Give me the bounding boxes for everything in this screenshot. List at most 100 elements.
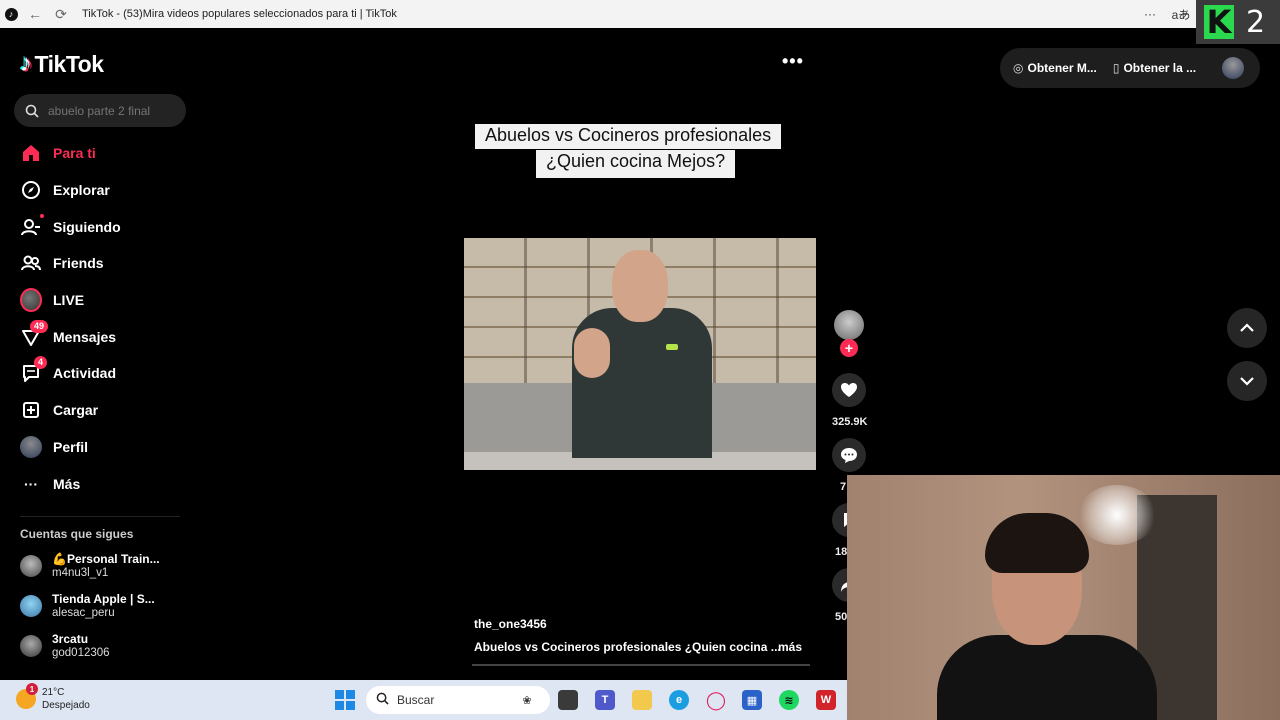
spotify-icon[interactable]: ≋ (779, 690, 799, 710)
profile-avatar (20, 435, 42, 458)
messages-badge: 49 (30, 319, 49, 333)
stream-overlay: K 2 (1196, 0, 1280, 44)
sidebar: ♪ TikTok Para ti Explorar (0, 28, 200, 680)
video-username[interactable]: the_one3456 (474, 617, 547, 631)
webcam-hair (985, 513, 1089, 573)
messages-icon: 49 (20, 319, 49, 348)
screen: ♪ ← ⟳ TikTok - (53)Mira videos populares… (0, 0, 1280, 720)
previous-video-button[interactable] (1227, 308, 1267, 348)
more-link[interactable]: más (778, 640, 802, 654)
reload-icon[interactable]: ⟳ (48, 0, 74, 28)
user-avatar[interactable] (1222, 57, 1244, 79)
weather-status: Despejado (42, 700, 90, 711)
edge-icon[interactable]: e (669, 690, 689, 710)
account-avatar (20, 634, 42, 657)
nav-item-siguiendo[interactable]: Siguiendo (0, 208, 200, 245)
more-icon: ··· (24, 475, 38, 492)
top-actions: ◎ Obtener M... ▯ Obtener la ... (1000, 48, 1260, 88)
window-title: TikTok - (53)Mira videos populares selec… (82, 8, 397, 20)
coin-icon: ◎ (1013, 61, 1024, 75)
account-avatar (20, 594, 42, 617)
tiktok-note-icon: ♪ (20, 50, 32, 77)
like-button[interactable] (832, 373, 866, 407)
weather-widget[interactable]: 1 21°C Despejado (16, 683, 90, 712)
comment-button[interactable] (832, 438, 866, 472)
windows-taskbar: 1 21°C Despejado Buscar ❀ T e ◯ ▦ ≋ W (0, 680, 847, 720)
save-count: 18 (835, 546, 848, 558)
notification-dot (40, 213, 44, 218)
nav-item-cargar[interactable]: Cargar (0, 392, 200, 429)
heart-icon (841, 383, 857, 397)
nav-item-friends[interactable]: Friends (0, 245, 200, 282)
comment-icon (841, 447, 857, 463)
webcam-shirt (937, 635, 1157, 720)
account-avatar (20, 554, 42, 577)
next-video-button[interactable] (1227, 361, 1267, 401)
activity-badge: 4 (34, 356, 48, 370)
video-person-arm (574, 328, 610, 378)
tiktok-logo[interactable]: ♪ TikTok (20, 50, 104, 78)
upload-icon (20, 399, 42, 421)
nav-item-perfil[interactable]: Perfil (0, 429, 200, 466)
nav-item-para-ti[interactable]: Para ti (0, 135, 200, 172)
video-more-options-icon[interactable]: ••• (782, 51, 804, 72)
store-icon[interactable]: ▦ (742, 690, 762, 710)
browser-titlebar: ♪ ← ⟳ TikTok - (53)Mira videos populares… (0, 0, 1280, 28)
friends-icon (20, 252, 42, 274)
search-input[interactable] (48, 103, 178, 118)
account-name: Tienda Apple | S... (52, 592, 155, 606)
share-count: 50 (835, 611, 848, 623)
sidebar-divider (20, 516, 180, 517)
account-username: m4nu3l_v1 (52, 567, 109, 579)
like-count: 325.9K (832, 416, 868, 428)
creator-avatar[interactable] (834, 310, 864, 340)
get-coins-button[interactable]: ◎ Obtener M... (1013, 61, 1097, 75)
kick-logo: K (1204, 5, 1234, 39)
shirt-logo (666, 344, 678, 350)
follow-plus-icon[interactable]: + (840, 339, 858, 357)
video-progress-bar[interactable] (472, 664, 810, 666)
account-username: god012306 (52, 647, 110, 659)
search-bar[interactable] (14, 94, 186, 127)
search-icon (376, 692, 389, 708)
account-name: 💪Personal Train... (52, 552, 160, 566)
webcam-overlay (847, 475, 1280, 720)
following-account[interactable]: 3rcatu god012306 (20, 632, 110, 659)
following-icon (20, 213, 44, 238)
get-app-button[interactable]: ▯ Obtener la ... (1113, 61, 1196, 75)
minimize-button[interactable]: — (1172, 0, 1196, 28)
sun-icon: 1 (16, 683, 38, 709)
nav-item-actividad[interactable]: 4 Actividad (0, 355, 200, 392)
taskbar-search-placeholder: Buscar (397, 693, 435, 707)
nav-item-mas[interactable]: ··· Más (0, 465, 200, 502)
opera-icon[interactable]: ◯ (706, 690, 726, 710)
following-account[interactable]: 💪Personal Train... m4nu3l_v1 (20, 552, 160, 579)
teams-icon[interactable]: T (595, 690, 615, 710)
phone-icon: ▯ (1112, 61, 1120, 75)
video-player[interactable] (464, 238, 816, 470)
back-arrow-icon[interactable]: ← (22, 0, 48, 28)
following-account[interactable]: Tienda Apple | S... alesac_peru (20, 592, 155, 619)
live-avatar (20, 288, 42, 313)
nav-item-explorar[interactable]: Explorar (0, 172, 200, 209)
video-person-head (612, 250, 668, 322)
account-username: alesac_peru (52, 607, 115, 619)
home-icon (20, 142, 42, 164)
video-caption-line1: Abuelos vs Cocineros profesionales (475, 124, 782, 149)
chevron-up-icon (1240, 323, 1254, 332)
task-view-icon[interactable] (558, 690, 578, 710)
webcam-light (1077, 485, 1157, 545)
nav-list: Para ti Explorar Siguiendo Friends LIVE … (0, 135, 200, 502)
file-explorer-icon[interactable] (632, 690, 652, 710)
wps-office-icon[interactable]: W (816, 690, 836, 710)
tiktok-favicon: ♪ (0, 0, 22, 28)
search-highlight-icon: ❀ (522, 694, 532, 707)
video-description: Abuelos vs Cocineros profesionales ¿Quie… (474, 640, 781, 654)
nav-item-live[interactable]: LIVE (0, 282, 200, 319)
video-caption-line2: ¿Quien cocina Mejos? (536, 150, 736, 178)
search-icon (24, 103, 40, 119)
start-button[interactable] (335, 690, 355, 710)
browser-menu-icon[interactable]: ··· (1135, 0, 1165, 28)
nav-item-mensajes[interactable]: 49 Mensajes (0, 318, 200, 355)
account-name: 3rcatu (52, 632, 89, 646)
